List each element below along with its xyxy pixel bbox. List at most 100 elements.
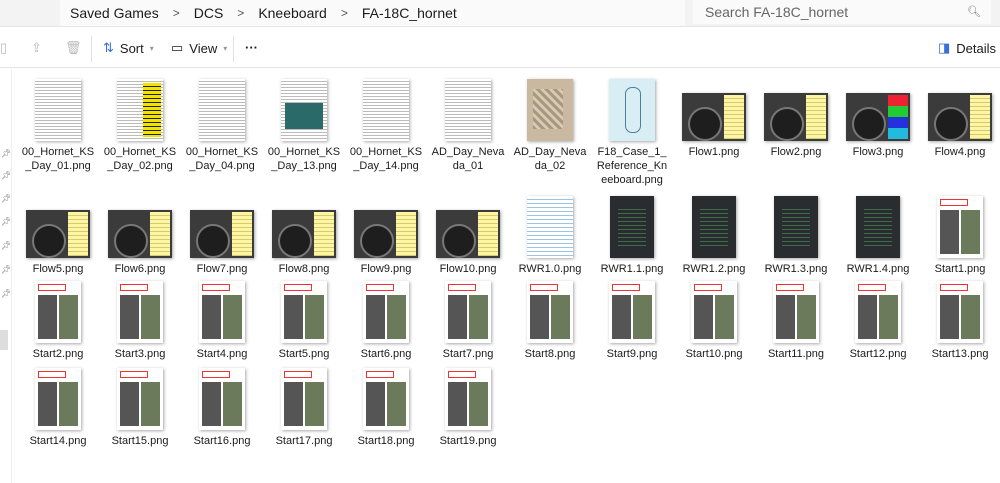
search-icon[interactable]: 🔍︎ [967,5,981,18]
file-thumbnail [190,210,254,258]
file-name: 00_Hornet_KS_Day_04.png [185,146,259,172]
chevron-right-icon[interactable]: > [341,6,348,20]
file-item[interactable]: Flow7.png [181,200,263,276]
pin-icon[interactable]: 📌︎ [1,194,11,203]
breadcrumb-fa18c-hornet[interactable]: FA-18C_hornet [362,5,457,21]
chevron-down-icon: ▾ [149,43,154,53]
file-item[interactable]: Flow9.png [345,200,427,276]
file-item[interactable]: Flow2.png [755,73,837,159]
file-name: Flow8.png [278,263,330,275]
pin-icon[interactable]: 📌︎ [1,217,11,226]
file-item[interactable]: Start18.png [345,362,427,448]
file-name: RWR1.1.png [600,263,664,275]
breadcrumb-saved-games[interactable]: Saved Games [70,5,159,21]
file-thumbnail [855,281,901,343]
pin-icon[interactable]: 📌︎ [1,171,11,180]
file-name: Start4.png [196,348,248,360]
file-item[interactable]: 00_Hornet_KS_Day_14.png [345,73,427,173]
file-thumbnail [774,196,818,258]
navigation-pane[interactable]: 📌︎ 📌︎ 📌︎ 📌︎ 📌︎ 📌︎ 📌︎ [0,69,12,483]
file-item[interactable]: Start6.png [345,275,427,361]
file-item[interactable]: F18_Case_1_Reference_Kneeboard.png [591,73,673,187]
file-item[interactable]: Start12.png [837,275,919,361]
share-icon[interactable]: ⇪ [31,40,42,56]
file-name: Flow7.png [196,263,248,275]
file-thumbnail [363,79,409,141]
file-item[interactable]: Start16.png [181,362,263,448]
file-item[interactable]: 00_Hornet_KS_Day_02.png [99,73,181,173]
file-item[interactable]: RWR1.4.png [837,196,919,276]
file-item[interactable]: Start17.png [263,362,345,448]
file-thumbnail [117,79,163,141]
pin-icon[interactable]: 📌︎ [1,289,11,298]
chevron-right-icon[interactable]: > [237,6,244,20]
file-thumbnail [937,196,983,258]
file-thumbnail [445,281,491,343]
rename-icon[interactable]: ▯ [0,40,7,56]
file-item[interactable]: Flow3.png [837,73,919,159]
file-item[interactable]: Start1.png [919,196,1000,276]
file-item[interactable]: Flow8.png [263,200,345,276]
file-item[interactable]: Start13.png [919,275,1000,361]
file-item[interactable]: Flow10.png [427,200,509,276]
scrollbar[interactable] [0,330,8,350]
file-item[interactable]: RWR1.1.png [591,196,673,276]
file-thumbnail [26,210,90,258]
file-thumbnail [363,368,409,430]
file-item[interactable]: Start5.png [263,275,345,361]
file-item[interactable]: Start2.png [17,275,99,361]
search-input[interactable]: Search FA-18C_hornet 🔍︎ [693,0,991,24]
file-item[interactable]: RWR1.3.png [755,196,837,276]
file-thumbnail [856,196,900,258]
file-item[interactable]: 00_Hornet_KS_Day_01.png [17,73,99,173]
sort-button[interactable]: ⇅ Sort ▾ [103,40,154,56]
file-item[interactable]: Start8.png [509,275,591,361]
file-item[interactable]: Flow6.png [99,200,181,276]
file-item[interactable]: Start10.png [673,275,755,361]
file-item[interactable]: Start11.png [755,275,837,361]
file-name: Start17.png [275,435,333,447]
file-item[interactable]: Start9.png [591,275,673,361]
file-item[interactable]: Start3.png [99,275,181,361]
file-item[interactable]: Flow4.png [919,73,1000,159]
file-item[interactable]: Start4.png [181,275,263,361]
file-name: Start9.png [606,348,658,360]
file-thumbnail [108,210,172,258]
file-item[interactable]: RWR1.0.png [509,196,591,276]
breadcrumb-kneeboard[interactable]: Kneeboard [258,5,327,21]
pin-icon[interactable]: 📌︎ [1,149,11,158]
pin-icon[interactable]: 📌︎ [1,241,11,250]
file-item[interactable]: AD_Day_Nevada_01 [427,73,509,173]
file-name: 00_Hornet_KS_Day_13.png [267,146,341,172]
file-item[interactable]: Start7.png [427,275,509,361]
breadcrumb-dcs[interactable]: DCS [194,5,224,21]
file-thumbnail [281,79,327,141]
file-name: Start8.png [524,348,576,360]
view-button[interactable]: ▭ View ▾ [171,40,227,56]
file-thumbnail [35,79,81,141]
file-item[interactable]: Start19.png [427,362,509,448]
file-item[interactable]: Start14.png [17,362,99,448]
file-item[interactable]: RWR1.2.png [673,196,755,276]
delete-icon[interactable]: 🗑︎ [65,40,82,56]
file-item[interactable]: AD_Day_Nevada_02 [509,73,591,173]
file-thumbnail [610,196,654,258]
breadcrumb[interactable]: Saved Games > DCS > Kneeboard > FA-18C_horn… [60,0,685,26]
file-name: AD_Day_Nevada_02 [513,146,587,172]
pin-icon[interactable]: 📌︎ [1,265,11,274]
file-item[interactable]: 00_Hornet_KS_Day_13.png [263,73,345,173]
file-item[interactable]: Flow5.png [17,200,99,276]
more-options-button[interactable]: ··· [245,40,258,55]
file-thumbnail [527,79,573,141]
chevron-right-icon[interactable]: > [173,6,180,20]
file-thumbnail [846,93,910,141]
file-name: Flow1.png [688,146,740,158]
file-item[interactable]: Flow1.png [673,73,755,159]
file-name: Start18.png [357,435,415,447]
file-thumbnail [363,281,409,343]
file-name: Start10.png [685,348,743,360]
file-item[interactable]: 00_Hornet_KS_Day_04.png [181,73,263,173]
file-item[interactable]: Start15.png [99,362,181,448]
details-button[interactable]: ◨ Details [938,40,996,56]
file-thumbnail [199,281,245,343]
